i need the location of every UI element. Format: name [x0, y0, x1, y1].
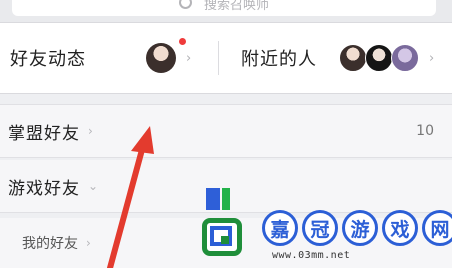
- watermark-mark: [222, 188, 230, 210]
- watermark-char: 嘉: [262, 210, 298, 246]
- watermark-logo-square: [221, 236, 229, 244]
- watermark-char: 冠: [302, 210, 338, 246]
- watermark-characters: 嘉 冠 游 戏 网: [262, 210, 452, 246]
- watermark-mark: [206, 188, 220, 210]
- watermark-url: www.03mm.net: [272, 250, 351, 261]
- watermark-char: 网: [422, 210, 452, 246]
- watermark-char: 游: [342, 210, 378, 246]
- watermark-logo: [196, 214, 246, 260]
- watermark-char: 戏: [382, 210, 418, 246]
